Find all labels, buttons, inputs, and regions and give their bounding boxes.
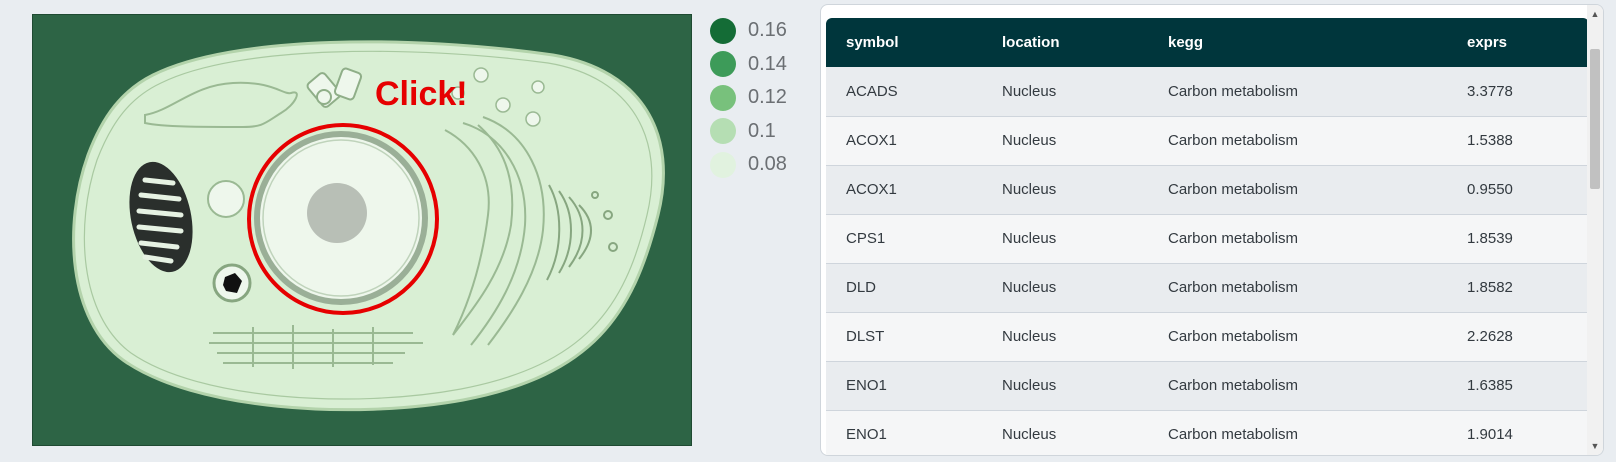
table-row[interactable]: DLST Nucleus Carbon metabolism 2.2628: [826, 312, 1589, 361]
table-row[interactable]: ENO1 Nucleus Carbon metabolism 1.9014: [826, 410, 1589, 455]
legend-item: 0.16: [710, 14, 800, 48]
cell-symbol: CPS1: [846, 230, 886, 247]
cell-exprs: 1.5388: [1467, 132, 1513, 149]
cell-location: Nucleus: [1002, 181, 1057, 198]
column-header-exprs[interactable]: exprs: [1447, 18, 1589, 67]
scrollbar-thumb[interactable]: [1590, 49, 1600, 189]
legend-label: 0.12: [748, 86, 787, 109]
legend-item: 0.12: [710, 81, 800, 115]
gene-table: symbol location kegg exprs ACADS Nucleus…: [826, 18, 1589, 455]
cell-location: Nucleus: [1002, 132, 1057, 149]
cell-diagram: Click!: [72, 40, 665, 412]
cell-kegg: Carbon metabolism: [1168, 328, 1299, 345]
cell-symbol: DLST: [846, 328, 885, 345]
nucleolus: [307, 183, 367, 243]
cell-kegg: Carbon metabolism: [1168, 181, 1299, 198]
cell-exprs: 3.3778: [1467, 82, 1513, 100]
cell-location: Nucleus: [1002, 377, 1057, 394]
table-header-row: symbol location kegg exprs: [826, 18, 1589, 67]
table-row[interactable]: DLD Nucleus Carbon metabolism 1.8582: [826, 263, 1589, 312]
legend-item: 0.14: [710, 48, 800, 82]
table-row[interactable]: ACADS Nucleus Carbon metabolism 3.3778: [826, 67, 1589, 116]
cell-exprs: 2.2628: [1467, 328, 1513, 345]
nucleus[interactable]: [254, 131, 428, 305]
scroll-up-arrow-icon[interactable]: ▲: [1587, 5, 1603, 23]
cell-exprs: 0.9550: [1467, 181, 1513, 198]
column-header-kegg[interactable]: kegg: [1148, 18, 1447, 67]
legend-swatch: [710, 51, 736, 78]
table-row[interactable]: CPS1 Nucleus Carbon metabolism 1.8539: [826, 214, 1589, 263]
cell-kegg: Carbon metabolism: [1168, 377, 1299, 394]
legend-swatch: [710, 118, 736, 145]
column-header-symbol[interactable]: symbol: [826, 18, 982, 67]
cell-symbol: ENO1: [846, 426, 887, 443]
table-row[interactable]: ACOX1 Nucleus Carbon metabolism 0.9550: [826, 165, 1589, 214]
legend-swatch: [710, 84, 736, 111]
column-header-location[interactable]: location: [982, 18, 1148, 67]
expression-legend: 0.16 0.14 0.12 0.1 0.08: [710, 14, 800, 182]
cell-kegg: Carbon metabolism: [1168, 132, 1299, 149]
cell-exprs: 1.9014: [1467, 426, 1513, 443]
table-row[interactable]: ACOX1 Nucleus Carbon metabolism 1.5388: [826, 116, 1589, 165]
scroll-down-arrow-icon[interactable]: ▼: [1587, 437, 1603, 455]
legend-item: 0.08: [710, 148, 800, 182]
cell-symbol: ACOX1: [846, 181, 897, 198]
cell-symbol: DLD: [846, 279, 877, 296]
click-callout: Click!: [375, 75, 468, 113]
cell-kegg: Carbon metabolism: [1168, 230, 1299, 247]
legend-swatch: [710, 151, 736, 178]
legend-label: 0.14: [748, 52, 787, 75]
cell-diagram-panel: Click!: [32, 14, 692, 446]
cell-symbol: ACOX1: [846, 132, 897, 149]
cell-symbol: ENO1: [846, 377, 887, 394]
legend-label: 0.08: [748, 153, 787, 176]
lysosome[interactable]: [207, 180, 245, 218]
cell-location: Nucleus: [1002, 230, 1057, 247]
legend-label: 0.1: [748, 119, 776, 142]
legend-label: 0.16: [748, 19, 787, 42]
table-scrollbar[interactable]: ▲ ▼: [1587, 5, 1603, 455]
legend-swatch: [710, 17, 736, 44]
cell-kegg: Carbon metabolism: [1168, 82, 1299, 100]
legend-item: 0.1: [710, 115, 800, 149]
cell-exprs: 1.8582: [1467, 279, 1513, 296]
cell-kegg: Carbon metabolism: [1168, 426, 1299, 443]
cell-exprs: 1.6385: [1467, 377, 1513, 394]
cell-kegg: Carbon metabolism: [1168, 279, 1299, 296]
gene-table-panel: symbol location kegg exprs ACADS Nucleus…: [820, 4, 1604, 456]
cell-exprs: 1.8539: [1467, 230, 1513, 247]
cell-location: Nucleus: [1002, 426, 1057, 443]
table-row[interactable]: ENO1 Nucleus Carbon metabolism 1.6385: [826, 361, 1589, 410]
cell-location: Nucleus: [1002, 82, 1057, 100]
cell-location: Nucleus: [1002, 328, 1057, 345]
table-scroll-area[interactable]: symbol location kegg exprs ACADS Nucleus…: [826, 18, 1589, 455]
peroxisome[interactable]: [212, 263, 252, 303]
cell-symbol: ACADS: [846, 82, 898, 100]
cell-location: Nucleus: [1002, 279, 1057, 296]
